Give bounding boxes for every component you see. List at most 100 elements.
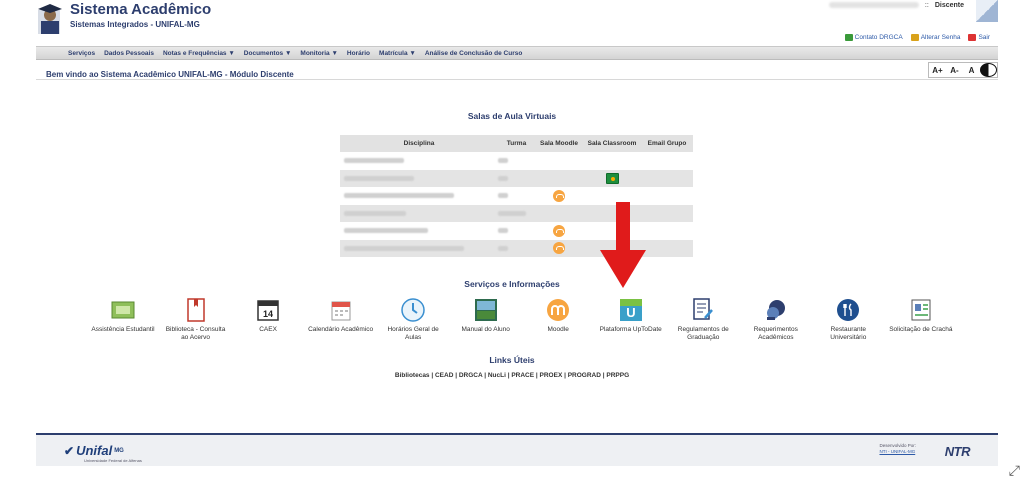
nav-horario[interactable]: Horário	[347, 50, 370, 57]
font-decrease-button[interactable]: A-	[946, 63, 963, 77]
redacted-discipline	[344, 210, 406, 216]
main-nav: Serviços Dados Pessoais Notas e Frequênc…	[36, 46, 998, 60]
redacted-discipline	[344, 228, 428, 234]
service-label: Moodle	[547, 326, 569, 333]
service-manual-aluno[interactable]: Manual do Aluno	[453, 298, 519, 342]
useful-links[interactable]: Bibliotecas | CEAD | DRGCA | NucLi | PRA…	[0, 372, 1024, 379]
service-label: Biblioteca - Consulta ao Acervo	[165, 326, 226, 341]
service-label: Regulamentos de Graduação	[677, 326, 729, 341]
redacted-class	[498, 158, 508, 164]
requests-chat-icon	[764, 298, 788, 322]
regulations-icon	[691, 298, 715, 322]
table-row	[340, 169, 693, 187]
logout-link[interactable]: Sair	[968, 34, 990, 41]
service-label: Horários Geral de Aulas	[387, 326, 439, 341]
unifal-logo-subtitle: Universidade Federal de Alfenas	[84, 458, 142, 463]
font-reset-button[interactable]: A	[963, 63, 980, 77]
table-header-row: Disciplina Turma Sala Moodle Sala Classr…	[340, 135, 693, 152]
service-biblioteca[interactable]: Biblioteca - Consulta ao Acervo	[163, 298, 229, 342]
nav-monitoria[interactable]: Monitoria ▼	[300, 50, 338, 57]
library-book-icon	[184, 298, 208, 322]
service-label: Solicitação de Crachá	[889, 326, 953, 333]
nav-notas-frequencias[interactable]: Notas e Frequências ▼	[163, 50, 235, 57]
user-box: :: Discente	[828, 0, 990, 10]
page-corner-decoration	[976, 0, 998, 22]
header-links: Contato DRGCA Alterar Senha Sair	[844, 34, 990, 41]
unifal-logo-text: Unifal	[76, 443, 113, 458]
service-assistencia-estudantil[interactable]: Assistência Estudantil	[90, 298, 156, 342]
graduate-logo-icon	[38, 4, 62, 34]
welcome-row: Bem vindo ao Sistema Acadêmico UNIFAL-MG…	[36, 62, 998, 80]
redacted-class	[498, 175, 508, 181]
moodle-link-icon[interactable]	[553, 242, 565, 255]
font-increase-button[interactable]: A+	[929, 63, 946, 77]
change-password-link[interactable]: Alterar Senha	[910, 34, 961, 41]
calendar-14-icon: 14	[256, 298, 280, 322]
service-requerimentos[interactable]: Requerimentos Acadêmicos	[743, 298, 809, 342]
redacted-discipline	[344, 193, 454, 199]
service-label: Plataforma UpToDate	[599, 326, 662, 333]
header: Sistema Acadêmico Sistemas Integrados - …	[36, 0, 998, 44]
app-subtitle: Sistemas Integrados - UNIFAL-MG	[70, 20, 200, 29]
redacted-class	[498, 228, 508, 234]
service-restaurante[interactable]: Restaurante Universitário	[815, 298, 881, 342]
uptodate-letter: U	[626, 305, 635, 320]
col-sala-classroom: Sala Classroom	[583, 135, 641, 152]
ntr-logo: NTR	[944, 444, 971, 459]
nav-servicos[interactable]: Serviços	[68, 50, 95, 57]
footer: ✔ Unifal MG Universidade Federal de Alfe…	[36, 433, 998, 466]
exit-icon	[968, 34, 977, 41]
contact-drgca-label: Contato DRGCA	[854, 34, 903, 41]
contrast-icon	[980, 63, 997, 77]
red-arrow-annotation-icon	[600, 202, 646, 288]
service-caex[interactable]: 14 CAEX	[235, 298, 301, 342]
service-label: Calendário Acadêmico	[308, 326, 374, 333]
user-separator: ::	[924, 1, 929, 9]
student-assistance-icon	[111, 298, 135, 322]
nav-documentos[interactable]: Documentos ▼	[244, 50, 292, 57]
clock-icon	[401, 298, 425, 322]
redacted-class	[498, 210, 526, 216]
classroom-link-icon[interactable]	[605, 172, 619, 184]
contact-drgca-link[interactable]: Contato DRGCA	[844, 34, 903, 41]
services-grid: Assistência Estudantil Biblioteca - Cons…	[90, 298, 954, 342]
service-uptodate[interactable]: U Plataforma UpToDate	[598, 298, 664, 342]
contrast-button[interactable]	[980, 63, 997, 77]
redacted-discipline	[344, 175, 414, 181]
welcome-message: Bem vindo ao Sistema Acadêmico UNIFAL-MG…	[46, 70, 294, 79]
unifal-logo: ✔ Unifal MG	[64, 443, 124, 458]
redacted-discipline	[344, 245, 464, 251]
developed-by: Desenvolvido Por: NTI - UNIFAL-MG	[879, 443, 916, 455]
lock-icon	[910, 34, 919, 41]
service-horarios-aulas[interactable]: Horários Geral de Aulas	[380, 298, 446, 342]
col-email-grupo: Email Grupo	[641, 135, 693, 152]
service-label: CAEX	[259, 326, 277, 333]
service-label: Requerimentos Acadêmicos	[753, 326, 798, 341]
service-regulamentos[interactable]: Regulamentos de Graduação	[670, 298, 736, 342]
nav-matricula[interactable]: Matrícula ▼	[379, 50, 416, 57]
unifal-logo-suffix: MG	[114, 447, 124, 454]
redacted-discipline	[344, 158, 404, 164]
col-sala-moodle: Sala Moodle	[535, 135, 583, 152]
col-disciplina: Disciplina	[340, 135, 498, 152]
service-calendario-academico[interactable]: Calendário Acadêmico	[308, 298, 374, 342]
logout-label: Sair	[978, 34, 990, 41]
change-password-label: Alterar Senha	[920, 34, 961, 41]
service-moodle[interactable]: Moodle	[525, 298, 591, 342]
expand-icon[interactable]: ⤢	[1009, 462, 1020, 479]
font-size-tools: A+ A- A	[928, 62, 998, 78]
nti-link[interactable]: NTI - UNIFAL-MG	[879, 449, 916, 455]
table-row	[340, 152, 693, 170]
moodle-icon	[546, 298, 570, 322]
contact-icon	[844, 34, 853, 41]
restaurant-icon	[836, 298, 860, 322]
nav-dados-pessoais[interactable]: Dados Pessoais	[104, 50, 154, 57]
moodle-link-icon[interactable]	[553, 224, 565, 237]
service-cracha[interactable]: Solicitação de Crachá	[888, 298, 954, 342]
moodle-link-icon[interactable]	[553, 189, 565, 202]
redacted-class	[498, 193, 508, 199]
user-role: Discente	[934, 1, 964, 9]
service-label: Manual do Aluno	[461, 326, 510, 333]
nav-analise-conclusao[interactable]: Análise de Conclusão de Curso	[425, 50, 523, 57]
unifal-check-icon: ✔	[64, 443, 75, 458]
